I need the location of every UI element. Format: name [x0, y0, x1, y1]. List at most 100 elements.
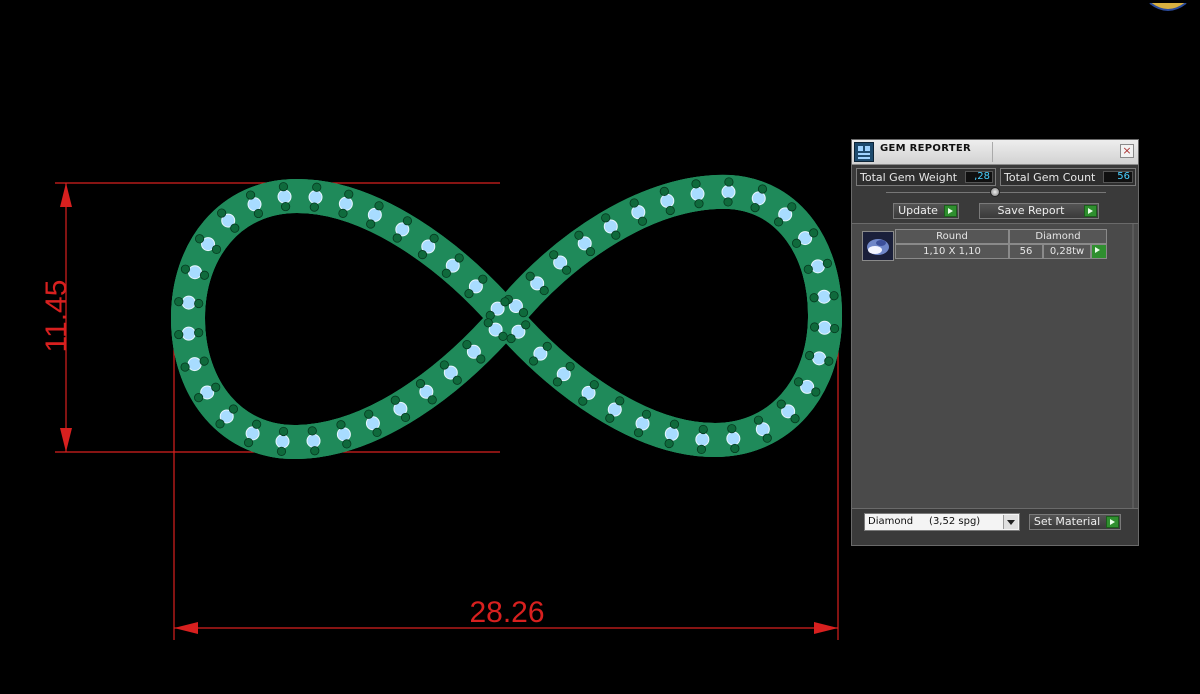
prong — [793, 377, 804, 387]
prong — [641, 409, 652, 419]
prong — [810, 322, 820, 332]
gem-stone — [181, 326, 196, 341]
prong — [344, 189, 354, 199]
prong — [498, 331, 508, 341]
prong — [750, 203, 760, 213]
gem-size-cell: 1,10 X 1,10 — [895, 244, 1009, 259]
prong — [539, 285, 549, 296]
close-icon[interactable]: × — [1120, 144, 1134, 158]
round-gem-thumbnail-icon[interactable] — [862, 231, 894, 261]
prong — [374, 201, 384, 211]
total-gem-count-value: 56 — [1103, 171, 1133, 183]
prong — [669, 419, 680, 429]
prong — [611, 230, 621, 240]
prong — [727, 424, 737, 434]
prong — [762, 433, 772, 443]
update-button-label: Update — [898, 204, 938, 217]
prong — [245, 190, 256, 200]
prong — [629, 198, 639, 208]
prong — [199, 356, 209, 366]
prong — [476, 354, 486, 364]
prong — [605, 413, 615, 423]
prong — [342, 439, 352, 449]
dim-arrow-left — [174, 622, 198, 634]
prong — [194, 393, 204, 403]
play-arrow-icon — [1106, 516, 1119, 528]
gem-shape-header: Round — [895, 229, 1009, 244]
prong — [174, 297, 184, 307]
prong — [194, 328, 204, 338]
prong — [724, 177, 734, 187]
logo-emblem-icon — [1149, 2, 1187, 11]
prong — [528, 356, 539, 366]
prong — [500, 297, 510, 307]
prong — [809, 293, 819, 303]
prong — [804, 350, 815, 361]
prong — [753, 415, 764, 425]
total-gem-weight-label: Total Gem Weight — [860, 171, 958, 184]
gem-stone — [308, 190, 323, 205]
prong — [698, 424, 708, 435]
gem-stone — [690, 186, 705, 201]
prong — [336, 420, 346, 430]
total-gem-weight-field: Total Gem Weight ,28 — [856, 168, 996, 186]
row-select-button[interactable] — [1091, 244, 1107, 259]
prong — [615, 396, 625, 406]
gem-stone — [247, 197, 262, 212]
gem-report-list[interactable]: Round Diamond 1,10 X 1,10 56 0,28tw — [852, 223, 1138, 509]
prong — [276, 446, 287, 456]
gem-stone — [810, 259, 825, 274]
dim-arrow-right — [814, 622, 838, 634]
gem-report-list-body: Round Diamond 1,10 X 1,10 56 0,28tw — [852, 224, 1134, 508]
prong — [552, 377, 563, 387]
prong — [243, 437, 254, 448]
total-gem-weight-value: ,28 — [965, 171, 993, 183]
prong — [694, 199, 704, 209]
material-select[interactable]: Diamond (3,52 spg) — [864, 513, 1020, 531]
prong — [211, 244, 222, 255]
prong — [278, 426, 289, 437]
total-gem-count-field: Total Gem Count 56 — [1000, 168, 1136, 186]
prong — [664, 438, 674, 449]
prong — [478, 274, 488, 284]
save-report-button[interactable]: Save Report — [979, 203, 1099, 219]
material-select-value: Diamond (3,52 spg) — [868, 516, 981, 527]
total-gem-count-label: Total Gem Count — [1004, 171, 1096, 184]
gem-stone — [277, 189, 292, 204]
chevron-down-icon[interactable] — [1003, 515, 1018, 529]
prong — [364, 409, 374, 419]
brand-logo — [1148, 0, 1188, 12]
update-button[interactable]: Update — [893, 203, 959, 219]
gem-stone — [275, 434, 290, 449]
prong — [174, 329, 184, 340]
prong — [829, 291, 839, 301]
gem-stone — [664, 426, 679, 441]
ring-stone-channel — [188, 192, 825, 442]
set-material-button[interactable]: Set Material — [1029, 514, 1121, 530]
gem-summary-row: Total Gem Weight ,28 Total Gem Count 56 — [856, 168, 1136, 186]
gem-stone — [635, 416, 650, 431]
prong — [561, 265, 572, 275]
titlebar-divider — [992, 142, 993, 162]
prong — [230, 223, 240, 233]
prong — [217, 208, 227, 218]
prong — [829, 323, 840, 334]
prong — [215, 419, 225, 429]
save-report-button-label: Save Report — [997, 204, 1065, 217]
prong — [578, 396, 588, 406]
dim-arrow-up — [60, 183, 72, 207]
prong — [252, 419, 262, 429]
gem-stone — [817, 289, 832, 304]
prong — [633, 428, 644, 438]
prong — [803, 264, 813, 274]
gem-stone — [695, 432, 710, 447]
prong — [392, 233, 402, 243]
prong — [307, 426, 317, 436]
prong — [776, 399, 786, 409]
prong — [811, 387, 821, 397]
gem-reporter-panel: GEM REPORTER × Total Gem Weight ,28 Tota… — [851, 139, 1139, 546]
dim-label-vertical: 11.45 — [40, 280, 73, 353]
panel-splitter-handle[interactable] — [990, 187, 1000, 197]
panel-titlebar[interactable]: GEM REPORTER × — [852, 140, 1138, 165]
prong — [312, 182, 322, 192]
